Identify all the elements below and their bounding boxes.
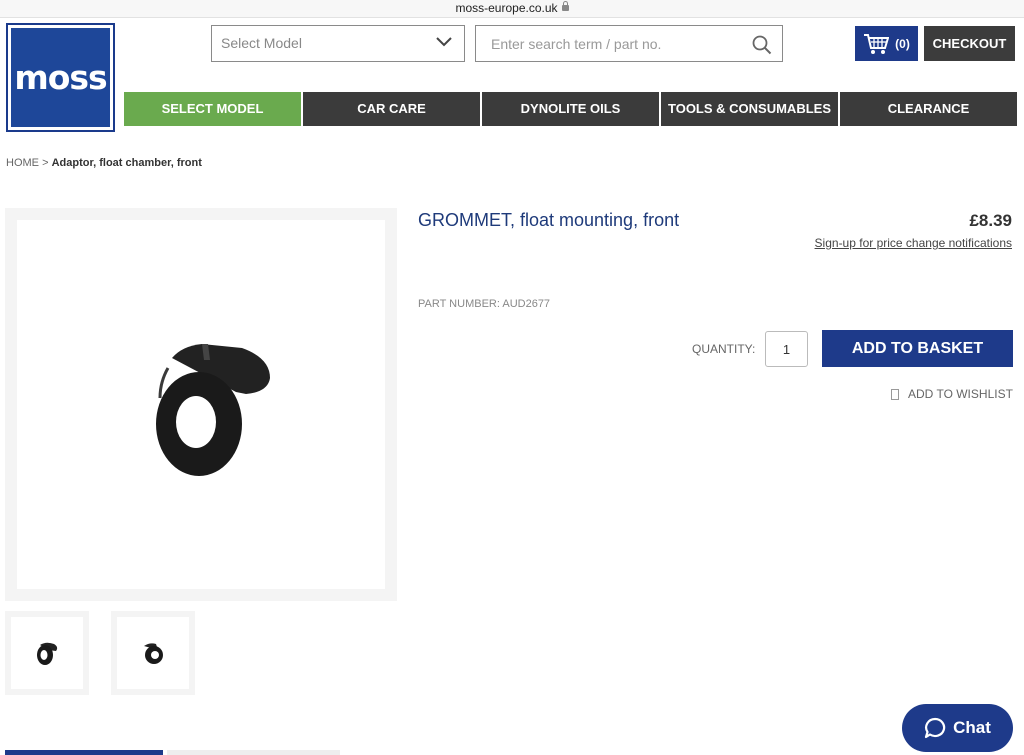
chat-button[interactable]: Chat: [902, 704, 1013, 752]
nav-item-car-care[interactable]: CAR CARE: [303, 92, 482, 126]
part-number: PART NUMBER: AUD2677: [418, 298, 551, 310]
url-text: moss-europe.co.uk: [455, 1, 558, 15]
chat-bubble-icon: [925, 717, 946, 739]
grommet-thumbnail-icon: [144, 643, 163, 664]
main-nav: SELECT MODEL CAR CARE DYNOLITE OILS TOOL…: [124, 92, 1017, 126]
product-title: GROMMET, float mounting, front: [418, 210, 680, 230]
cart-count: (0): [895, 36, 910, 51]
search-icon[interactable]: [752, 35, 772, 55]
nav-item-select-model[interactable]: SELECT MODEL: [124, 92, 303, 126]
product-thumbnail-2[interactable]: [111, 611, 195, 695]
quantity-label: QUANTITY:: [692, 342, 756, 356]
grommet-thumbnail-icon: [37, 642, 58, 665]
nav-item-dynolite-oils[interactable]: DYNOLITE OILS: [482, 92, 661, 126]
breadcrumb-home[interactable]: HOME: [6, 157, 39, 169]
search-input[interactable]: [476, 26, 736, 61]
tab-secondary[interactable]: [167, 750, 340, 755]
breadcrumb: HOME > Adaptor, float chamber, front: [6, 157, 202, 169]
site-logo[interactable]: moss: [6, 23, 115, 132]
breadcrumb-current: Adaptor, float chamber, front: [51, 157, 202, 169]
add-to-wishlist-link[interactable]: ADD TO WISHLIST: [891, 387, 1013, 401]
product-main-image[interactable]: [5, 208, 397, 601]
product-thumbnail-1[interactable]: [5, 611, 89, 695]
tab-description[interactable]: [5, 750, 163, 755]
price-notification-link[interactable]: Sign-up for price change notifications: [815, 236, 1012, 250]
quantity-input[interactable]: [765, 331, 808, 367]
nav-item-clearance[interactable]: CLEARANCE: [840, 92, 1017, 126]
cart-button[interactable]: (0): [855, 26, 918, 61]
breadcrumb-separator: >: [42, 157, 49, 169]
wishlist-label: ADD TO WISHLIST: [908, 387, 1013, 401]
grommet-image: [156, 344, 270, 476]
model-select-dropdown[interactable]: Select Model: [211, 25, 465, 62]
chat-label: Chat: [953, 718, 991, 737]
product-price: £8.39: [969, 211, 1012, 230]
lock-icon: [561, 1, 569, 11]
shopping-cart-icon: [864, 33, 890, 54]
bookmark-icon: [891, 388, 899, 400]
chevron-down-icon: [436, 37, 452, 47]
nav-item-tools-consumables[interactable]: TOOLS & CONSUMABLES: [661, 92, 840, 126]
add-to-basket-button[interactable]: ADD TO BASKET: [822, 330, 1013, 367]
browser-url-bar[interactable]: moss-europe.co.uk: [0, 0, 1024, 18]
model-select-placeholder: Select Model: [221, 35, 302, 51]
logo-text: moss: [14, 58, 107, 97]
checkout-button[interactable]: CHECKOUT: [924, 26, 1015, 61]
search-box[interactable]: [475, 25, 783, 62]
